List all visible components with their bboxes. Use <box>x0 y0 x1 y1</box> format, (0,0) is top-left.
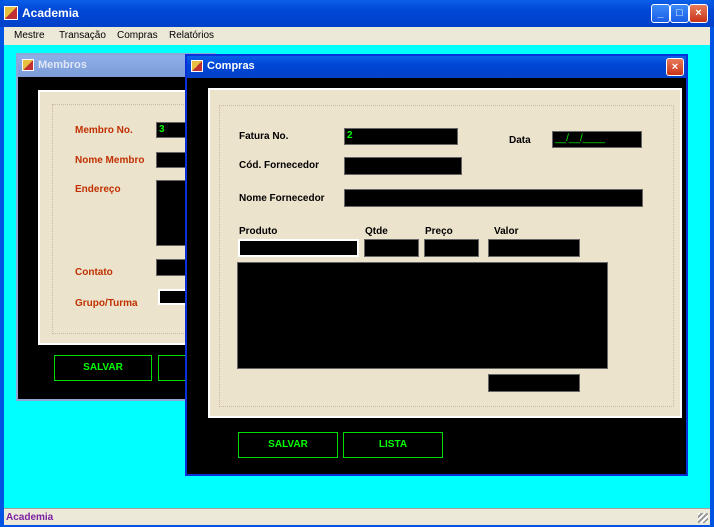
valor-label: Valor <box>494 226 519 237</box>
membros-title: Membros <box>38 59 87 71</box>
mdi-workspace: Membros Membro No. 3 Nome Membro Endereç… <box>4 45 710 508</box>
compras-close-button[interactable]: × <box>666 58 684 76</box>
title-bar: Academia _ □ × <box>0 0 714 27</box>
endereco-label: Endereço <box>75 184 121 195</box>
menu-relatorios[interactable]: Relatórios <box>169 30 214 41</box>
membro-no-label: Membro No. <box>75 125 133 136</box>
menu-bar: Mestre Transação Compras Relatórios <box>4 27 710 45</box>
minimize-button[interactable]: _ <box>651 4 670 23</box>
menu-compras[interactable]: Compras <box>117 30 158 41</box>
maximize-button[interactable]: □ <box>670 4 689 23</box>
compras-panel: Fatura No. 2 Data __/__/____ Cód. Fornec… <box>208 88 682 418</box>
total-field[interactable] <box>488 374 580 392</box>
data-field[interactable]: __/__/____ <box>552 131 642 148</box>
compras-salvar-button[interactable]: SALVAR <box>238 432 338 458</box>
data-label: Data <box>509 135 531 146</box>
qtde-label: Qtde <box>365 226 388 237</box>
nome-fornecedor-label: Nome Fornecedor <box>239 193 325 204</box>
contato-label: Contato <box>75 267 113 278</box>
status-bar: Academia <box>4 508 710 525</box>
grupo-turma-label: Grupo/Turma <box>75 298 138 309</box>
menu-transacao[interactable]: Transação <box>59 30 106 41</box>
status-text: Academia <box>6 512 54 523</box>
valor-field[interactable] <box>488 239 580 257</box>
fatura-no-label: Fatura No. <box>239 131 289 142</box>
cod-fornecedor-field[interactable] <box>344 157 462 175</box>
compras-title-bar: Compras × <box>187 56 686 78</box>
produto-label: Produto <box>239 226 278 237</box>
window-title: Academia <box>22 6 79 20</box>
qtde-field[interactable] <box>364 239 419 257</box>
compras-title: Compras <box>207 60 255 72</box>
compras-window: Compras × Fatura No. 2 Data __/__/____ C… <box>185 54 688 476</box>
compras-icon <box>191 60 203 72</box>
produto-field[interactable] <box>238 239 359 257</box>
membros-icon <box>22 59 34 71</box>
close-button[interactable]: × <box>689 4 708 23</box>
preco-label: Preço <box>425 226 453 237</box>
preco-field[interactable] <box>424 239 479 257</box>
items-grid[interactable] <box>237 262 608 369</box>
nome-fornecedor-field[interactable] <box>344 189 643 207</box>
resize-grip-icon[interactable] <box>698 513 708 523</box>
cod-fornecedor-label: Cód. Fornecedor <box>239 160 320 171</box>
membros-salvar-button[interactable]: SALVAR <box>54 355 152 381</box>
menu-mestre[interactable]: Mestre <box>14 30 45 41</box>
compras-lista-button[interactable]: LISTA <box>343 432 443 458</box>
main-window: Academia _ □ × Mestre Transação Compras … <box>0 0 714 527</box>
fatura-no-field[interactable]: 2 <box>344 128 458 145</box>
nome-membro-label: Nome Membro <box>75 155 145 166</box>
app-icon <box>4 6 18 20</box>
